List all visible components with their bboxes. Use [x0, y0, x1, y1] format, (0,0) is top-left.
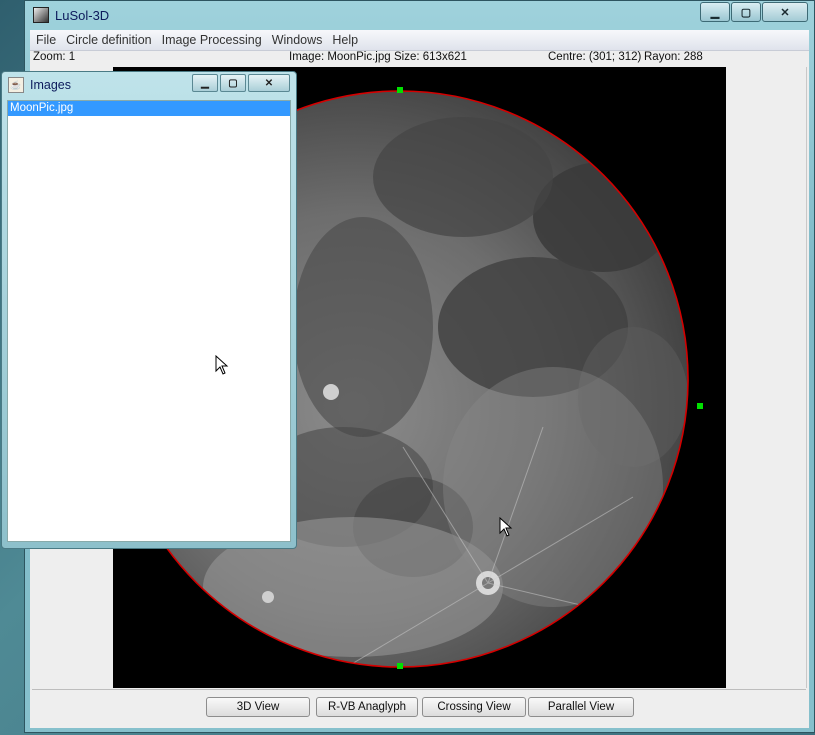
- app-icon: [33, 7, 49, 23]
- close-icon: ✕: [780, 6, 790, 19]
- images-list[interactable]: MoonPic.jpg: [7, 100, 291, 542]
- rayon-label: Rayon: 288: [644, 51, 703, 63]
- anaglyph-button[interactable]: R-VB Anaglyph: [316, 697, 418, 717]
- images-maximize-button[interactable]: ▢: [220, 74, 246, 92]
- zoom-label: Zoom: 1: [33, 51, 76, 63]
- menu-file[interactable]: File: [30, 33, 60, 47]
- images-close-button[interactable]: ✕: [248, 74, 290, 92]
- minimize-button[interactable]: ▁: [700, 2, 730, 22]
- maximize-icon: ▢: [740, 6, 752, 19]
- menubar: File Circle definition Image Processing …: [30, 30, 809, 51]
- view-buttons-bar: 3D View R-VB Anaglyph Crossing View Para…: [32, 689, 806, 721]
- window-title: LuSol-3D: [55, 7, 110, 23]
- maximize-icon: ▢: [228, 77, 238, 89]
- window-titlebar[interactable]: LuSol-3D: [33, 5, 109, 25]
- parallel-view-button[interactable]: Parallel View: [528, 697, 634, 717]
- menu-image-processing[interactable]: Image Processing: [156, 33, 266, 47]
- java-icon: ☕: [8, 77, 24, 93]
- menu-windows[interactable]: Windows: [266, 33, 327, 47]
- minimize-icon: ▁: [710, 6, 720, 19]
- images-titlebar[interactable]: ☕ Images: [8, 77, 71, 93]
- image-name-label: Image: MoonPic.jpg: [289, 51, 391, 63]
- images-frame: ☕ Images ▁ ▢ ✕ MoonPic.jpg: [1, 71, 297, 549]
- close-button[interactable]: ✕: [762, 2, 808, 22]
- images-minimize-button[interactable]: ▁: [192, 74, 218, 92]
- crossing-view-button[interactable]: Crossing View: [422, 697, 526, 717]
- menu-circle-definition[interactable]: Circle definition: [60, 33, 155, 47]
- info-line: Zoom: 1 Image: MoonPic.jpg Size: 613x621…: [30, 51, 809, 65]
- 3d-view-button[interactable]: 3D View: [206, 697, 310, 717]
- images-frame-title: Images: [30, 78, 71, 92]
- circle-handle-bottom[interactable]: [397, 663, 403, 669]
- menu-help[interactable]: Help: [326, 33, 362, 47]
- circle-handle-right[interactable]: [697, 403, 703, 409]
- centre-label: Centre: (301; 312): [548, 51, 642, 63]
- image-size-label: Size: 613x621: [394, 51, 467, 63]
- mouse-cursor-icon: [215, 355, 229, 375]
- mouse-cursor-icon: [499, 517, 513, 537]
- circle-handle-top[interactable]: [397, 87, 403, 93]
- list-item[interactable]: MoonPic.jpg: [8, 101, 290, 116]
- close-icon: ✕: [264, 77, 274, 89]
- maximize-button[interactable]: ▢: [731, 2, 761, 22]
- minimize-icon: ▁: [201, 77, 209, 89]
